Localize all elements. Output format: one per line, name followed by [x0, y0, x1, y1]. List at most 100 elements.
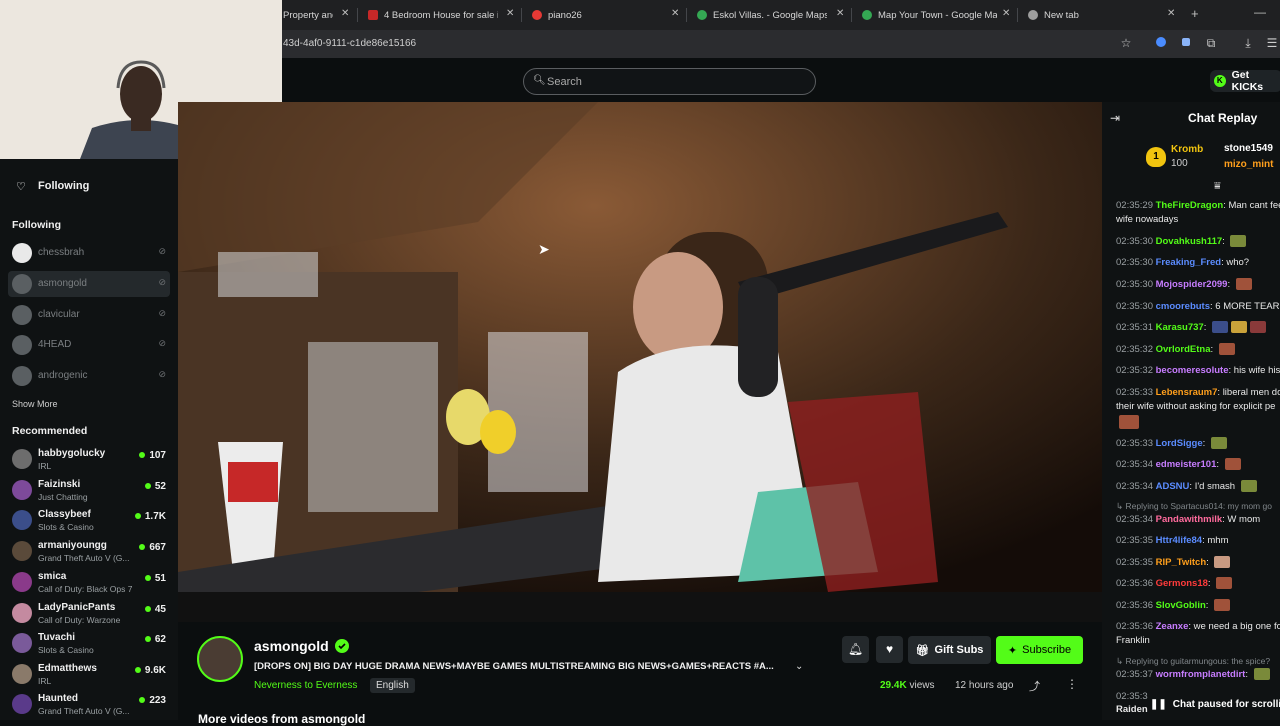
- message-time: 02:35:36: [1116, 621, 1153, 632]
- subscribe-button[interactable]: ✦ Subscribe: [996, 636, 1083, 664]
- close-icon[interactable]: ✕: [1167, 8, 1175, 19]
- message-user[interactable]: Dovahkush117: [1156, 236, 1223, 247]
- pinned-user[interactable]: mizo_mint: [1224, 159, 1273, 170]
- emote-icon: [1249, 321, 1266, 334]
- show-more-link[interactable]: Show More: [12, 399, 58, 409]
- chat-paused-label: Chat paused for scrolling: [1172, 698, 1280, 710]
- message-user[interactable]: Raiden: [1116, 704, 1148, 715]
- browser-tab-3[interactable]: piano26: [532, 4, 662, 26]
- close-icon[interactable]: ✕: [506, 8, 514, 19]
- streamer-name[interactable]: asmongold: [254, 638, 329, 654]
- gift-subs-button[interactable]: 🎁︎ Gift Subs: [908, 636, 991, 664]
- message-user[interactable]: becomeresolute: [1156, 365, 1229, 376]
- chat-paused-banner[interactable]: ❚❚ Chat paused for scrolling: [1150, 694, 1280, 714]
- message-user[interactable]: Pandawithmilk: [1156, 514, 1223, 525]
- live-dot-icon: [144, 636, 151, 643]
- message-user[interactable]: cmoorebuts: [1156, 301, 1210, 312]
- chevron-down-icon[interactable]: ⌄: [795, 661, 803, 672]
- url-field[interactable]: 43d-4af0-9111-c1de86e15166: [283, 38, 416, 49]
- close-icon[interactable]: ✕: [1002, 8, 1010, 19]
- message-user[interactable]: Httr4life84: [1156, 535, 1202, 546]
- sidebar-item-androgenic[interactable]: androgenic ⊘: [8, 363, 170, 389]
- share-icon[interactable]: ⤴: [1029, 678, 1040, 694]
- message-user[interactable]: Mojospider2099: [1156, 279, 1228, 290]
- reply-context: ↳ Replying to Spartacus014: my mom go: [1116, 501, 1272, 511]
- message-user[interactable]: wormfromplanetdirt: [1156, 669, 1246, 680]
- browser-tab-5[interactable]: Map Your Town - Google Maps: [862, 4, 997, 26]
- viewer-count-value: 107: [149, 450, 166, 461]
- close-icon[interactable]: ✕: [671, 8, 679, 19]
- avatar[interactable]: [197, 636, 243, 682]
- tab-divider: [1017, 8, 1018, 22]
- sidebar-item-armaniyoungg[interactable]: armaniyoungg Grand Theft Auto V (G... 66…: [12, 538, 172, 568]
- extension-icon[interactable]: [1179, 36, 1193, 50]
- message-user[interactable]: Lebensraum7: [1156, 387, 1218, 398]
- sidebar-item-smica[interactable]: smica Call of Duty: Black Ops 7 51: [12, 569, 172, 599]
- emote-icon: [1119, 415, 1139, 429]
- viewer-count-value: 1.7K: [144, 511, 166, 522]
- collapse-chat-icon[interactable]: ⇥: [1110, 111, 1120, 125]
- minimize-icon[interactable]: —: [1254, 5, 1266, 19]
- search-input[interactable]: 🔍︎ Search: [523, 68, 816, 95]
- sidebar-item-clavicular[interactable]: clavicular ⊘: [8, 302, 170, 328]
- close-icon[interactable]: ✕: [341, 8, 349, 19]
- message-user[interactable]: Germons18: [1156, 578, 1208, 589]
- download-icon[interactable]: ⤓: [1241, 36, 1255, 50]
- viewer-count: 9.6K: [134, 665, 166, 676]
- browser-tab-6[interactable]: New tab: [1028, 4, 1158, 26]
- message-user[interactable]: Zeanxe: [1156, 621, 1189, 632]
- message-user[interactable]: Freaking_Fred: [1156, 257, 1221, 268]
- gift-subs-label: Gift Subs: [934, 644, 984, 656]
- close-icon[interactable]: ✕: [836, 8, 844, 19]
- message-user[interactable]: RIP_Twitch: [1156, 557, 1207, 568]
- message-user[interactable]: LordSigge: [1156, 438, 1203, 449]
- menu-icon[interactable]: ☰: [1265, 36, 1279, 50]
- extension-icon[interactable]: [1154, 36, 1168, 50]
- chat-message: 02:35:31 Karasu737:: [1116, 321, 1280, 334]
- sidebar-item-ladypanicpants[interactable]: LadyPanicPants Call of Duty: Warzone 45: [12, 600, 172, 630]
- avatar: [12, 694, 32, 714]
- stream-category-link[interactable]: Neverness to Everness: [254, 680, 357, 691]
- tab-title: piano26: [548, 9, 582, 21]
- pinned-user[interactable]: stone1549: [1224, 143, 1273, 154]
- message-user[interactable]: SlovGoblin: [1156, 600, 1206, 611]
- message-user[interactable]: ADSNU: [1156, 481, 1190, 492]
- following-nav-item[interactable]: Following: [38, 180, 89, 192]
- browser-tab-2[interactable]: 4 Bedroom House for sale in B: [368, 4, 498, 26]
- sidebar-item-habbygolucky[interactable]: habbygolucky IRL 107: [12, 446, 172, 476]
- message-user[interactable]: Karasu737: [1156, 322, 1204, 333]
- sidebar-item-4head[interactable]: 4HEAD ⊘: [8, 332, 170, 358]
- live-dot-icon: [134, 667, 141, 674]
- avatar: [12, 664, 32, 684]
- follow-heart-button[interactable]: ♥: [876, 636, 903, 663]
- pinned-user[interactable]: Kromb: [1171, 144, 1203, 155]
- notification-bell-button[interactable]: 🔔︎: [842, 636, 869, 663]
- viewer-count-value: 52: [154, 481, 166, 492]
- filter-icon[interactable]: ⩸: [1214, 180, 1221, 193]
- sidebar-item-classybeef[interactable]: Classybeef Slots & Casino 1.7K: [12, 507, 172, 537]
- more-options-icon[interactable]: ⋮: [1066, 677, 1078, 691]
- message-time: 02:35:33: [1116, 438, 1153, 449]
- message-time: 02:35:30: [1116, 236, 1153, 247]
- sidebar-item-asmongold[interactable]: asmongold ⊘: [8, 271, 170, 297]
- language-tag[interactable]: English: [370, 678, 415, 693]
- sidebar-item-tuvachi[interactable]: Tuvachi Slots & Casino 62: [12, 630, 172, 660]
- sidebar-item-chessbrah[interactable]: chessbrah ⊘: [8, 240, 170, 266]
- extensions-puzzle-icon[interactable]: ⧉: [1204, 36, 1218, 50]
- sidebar-item-faizinski[interactable]: Faizinski Just Chatting 52: [12, 477, 172, 507]
- browser-tab-4[interactable]: Eskol Villas. - Google Maps: [697, 4, 827, 26]
- video-player[interactable]: [178, 102, 1102, 622]
- sidebar-item-edmatthews[interactable]: Edmatthews IRL 9.6K: [12, 661, 172, 691]
- message-user[interactable]: OvrlordEtna: [1156, 344, 1211, 355]
- message-user[interactable]: TheFireDragon: [1156, 200, 1224, 211]
- new-tab-icon[interactable]: +: [1191, 6, 1199, 21]
- sidebar-item-haunted[interactable]: Haunted Grand Theft Auto V (G... 223: [12, 691, 172, 721]
- browser-tab-1[interactable]: Property and: [283, 4, 333, 26]
- search-placeholder: Search: [547, 76, 582, 88]
- chat-message-continued: wife nowadays: [1116, 213, 1280, 226]
- message-user[interactable]: edmeister101: [1156, 459, 1217, 470]
- timestamp: 12 hours ago: [955, 680, 1014, 691]
- bookmark-star-icon[interactable]: ☆: [1119, 36, 1133, 50]
- get-kicks-button[interactable]: K Get KICKs: [1210, 69, 1280, 93]
- channel-category: Slots & Casino: [38, 645, 94, 655]
